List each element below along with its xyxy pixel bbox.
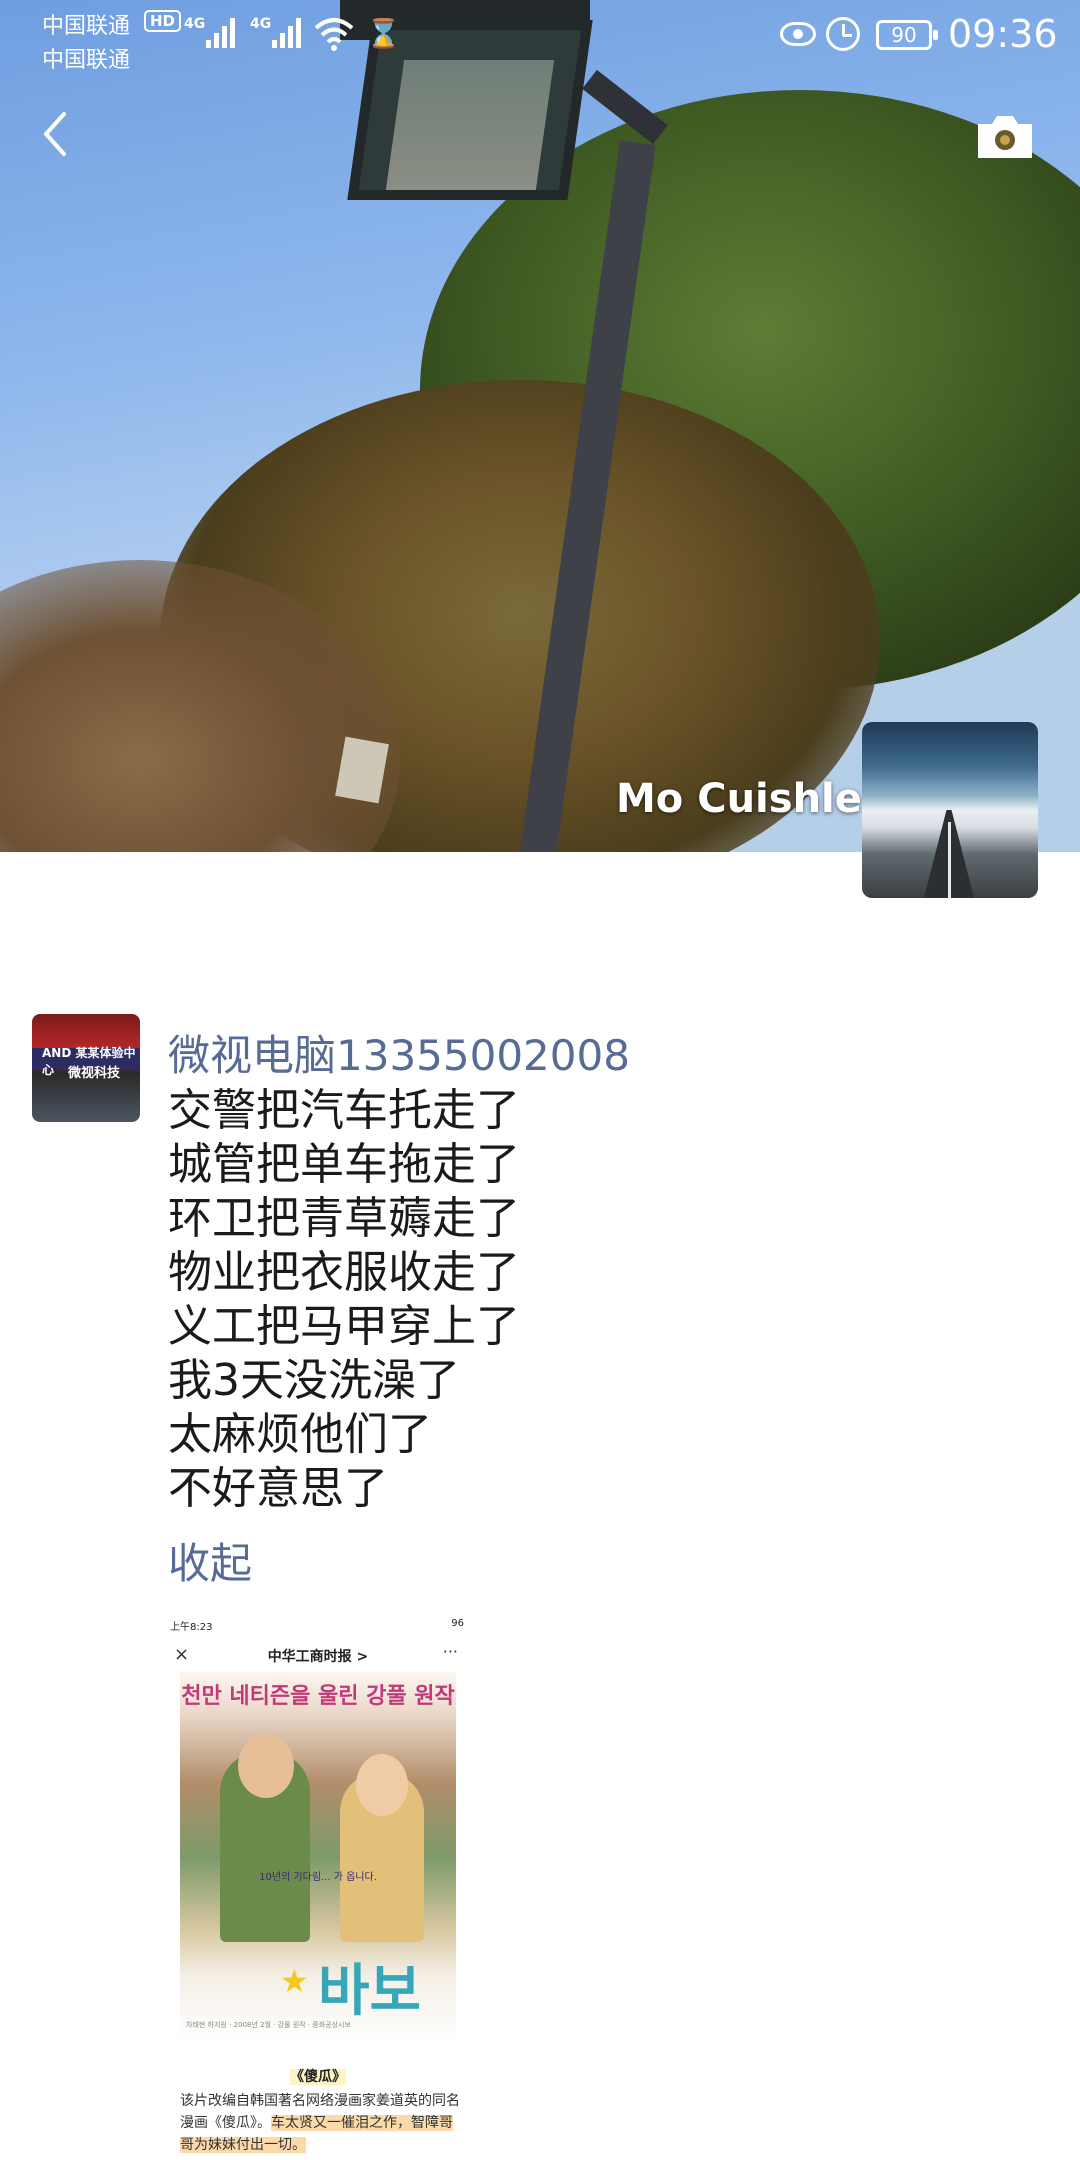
image-caption: 该片改编自韩国著名网络漫画家姜道英的同名漫画《傻瓜》。车太贤又一催泪之作，智障哥… (180, 2090, 460, 2156)
post-text-line: 太麻烦他们了 (168, 1409, 432, 1460)
post-text-line: 环卫把青草薅走了 (168, 1193, 520, 1244)
post-text-line: 交警把汽车托走了 (168, 1085, 520, 1136)
carrier-label: 中国联通 (42, 14, 131, 39)
camera-icon[interactable] (974, 110, 1036, 162)
post-image[interactable]: 上午8:23 96 × 中华工商时报 > ··· 천만 네티즌을 울린 강풀 원… (168, 1614, 468, 2160)
post-text-line: 物业把衣服收走了 (168, 1247, 520, 1298)
status-bar: 中国联通 HD 中国联通 4G 4G ⌛ 90 09:36 (0, 0, 1080, 73)
star-icon: ★ (280, 1962, 309, 2000)
movie-poster: 천만 네티즌을 울린 강풀 원작 10년의 기다림... 가 옵니다. ★ 바보… (180, 1672, 456, 2042)
carrier-label-secondary: 中国联通 (42, 48, 131, 73)
post-text-line: 不好意思了 (168, 1463, 388, 1514)
network-type-label: 4G (250, 16, 272, 32)
eye-comfort-icon (780, 22, 816, 46)
image-article-source: 中华工商时报 > (267, 1649, 369, 1665)
cover-lamp-glass (385, 60, 555, 190)
image-caption-title: 《傻瓜》 (290, 2069, 346, 2085)
post-text-line: 城管把单车拖走了 (168, 1139, 520, 1190)
post-text-line: 义工把马甲穿上了 (168, 1301, 520, 1352)
collapse-text-link[interactable]: 收起 (168, 1530, 252, 1591)
poster-face (238, 1734, 294, 1798)
profile-name: Mo Cuishle (616, 776, 862, 822)
poster-face (356, 1754, 408, 1816)
avatar-sign-text: 微视科技 (68, 1066, 121, 1081)
poster-tagline: 10년의 기다림... 가 옵니다. (259, 1872, 377, 1883)
image-battery-level: 96 (451, 1618, 464, 1629)
wifi-icon (314, 18, 354, 51)
profile-avatar[interactable] (862, 722, 1038, 898)
poster-headline: 천만 네티즌을 울린 강풀 원작 (181, 1684, 455, 1709)
post-author-avatar[interactable]: AND 某某体验中心 微视科技 (32, 1014, 140, 1122)
post-author-name[interactable]: 微视电脑13355002008 (168, 1022, 630, 1083)
more-icon: ··· (442, 1642, 458, 1661)
post-text-line: 我3天没洗澡了 (168, 1355, 460, 1406)
back-button[interactable] (30, 104, 80, 164)
hd-badge: HD (144, 10, 182, 32)
image-status-time: 上午8:23 (170, 1622, 213, 1633)
battery-level: 90 (891, 23, 917, 47)
network-type-label: 4G (184, 16, 206, 32)
battery-icon: 90 (876, 20, 938, 50)
hourglass-icon: ⌛ (366, 17, 401, 50)
poster-credits: 차태현 하지원 · 2008년 2월 · 강풀 원작 · 중화공상시보 (186, 2021, 351, 2029)
poster-logo: 바보 (318, 1959, 422, 2024)
status-time: 09:36 (948, 12, 1058, 56)
post-text: 交警把汽车托走了 城管把单车拖走了 环卫把青草薅走了 物业把衣服收走了 义工把马… (168, 1084, 1048, 1516)
alarm-icon (826, 17, 860, 51)
